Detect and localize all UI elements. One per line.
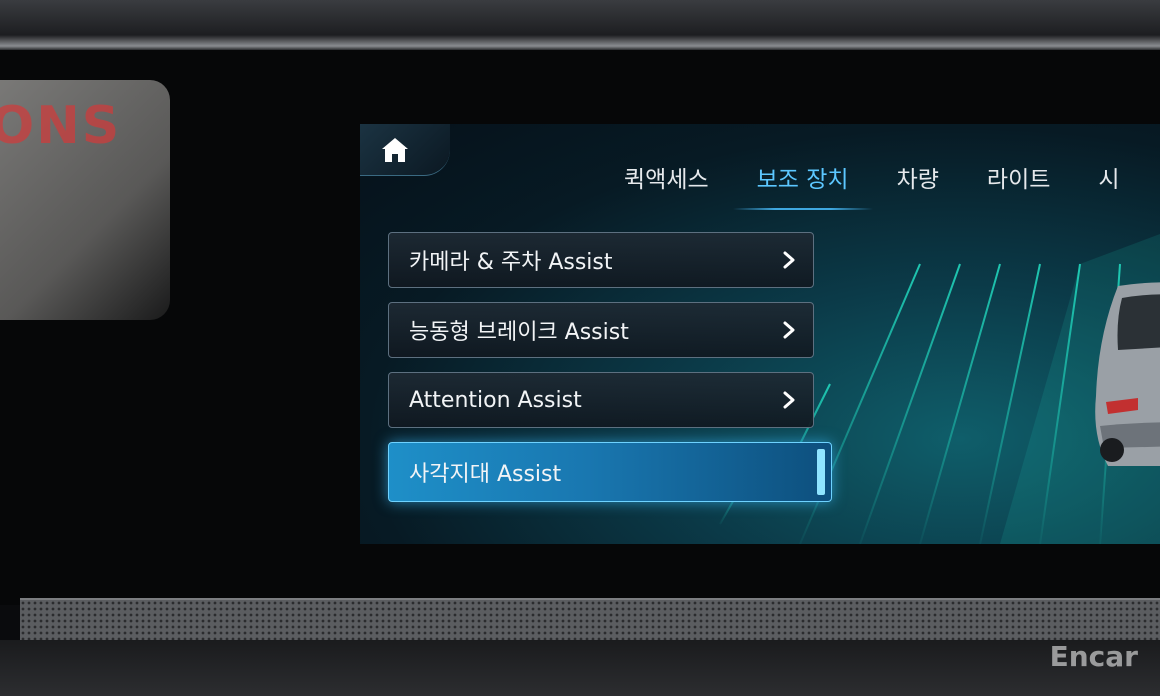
menu-item-label: 능동형 브레이크 Assist <box>409 320 629 345</box>
menu-item-active-brake[interactable]: 능동형 브레이크 Assist <box>388 302 814 358</box>
tab-quick-access[interactable]: 퀵액세스 <box>600 160 733 204</box>
speaker-grille <box>20 598 1160 642</box>
selection-indicator <box>817 449 825 495</box>
menu-item-blind-spot[interactable]: 사각지대 Assist <box>388 442 832 502</box>
menu-item-label: Attention Assist <box>409 387 582 413</box>
car-image <box>1095 282 1160 466</box>
tab-vehicle[interactable]: 차량 <box>873 160 963 204</box>
menu-item-label: 카메라 & 주차 Assist <box>409 250 613 275</box>
chevron-right-icon <box>783 391 795 409</box>
menu-item-label: 사각지대 Assist <box>409 462 562 487</box>
infotainment-screen: 퀵액세스 보조 장치 차량 라이트 시 카메라 & 주차 Assist 능동형 … <box>360 124 1160 544</box>
top-dashboard-trim <box>0 0 1160 50</box>
home-icon <box>382 137 408 162</box>
tab-bar: 퀵액세스 보조 장치 차량 라이트 시 <box>600 160 1144 210</box>
menu-item-attention-assist[interactable]: Attention Assist <box>388 372 814 428</box>
assist-menu: 카메라 & 주차 Assist 능동형 브레이크 Assist Attentio… <box>388 232 833 516</box>
chevron-right-icon <box>783 321 795 339</box>
tab-assist[interactable]: 보조 장치 <box>732 160 873 210</box>
tab-lights[interactable]: 라이트 <box>963 160 1074 204</box>
home-button[interactable] <box>360 124 450 176</box>
tab-system[interactable]: 시 <box>1074 160 1143 204</box>
lower-dashboard <box>0 640 1160 696</box>
chevron-right-icon <box>783 251 795 269</box>
watermark-logo: Encar <box>1049 640 1138 673</box>
menu-item-camera-parking[interactable]: 카메라 & 주차 Assist <box>388 232 814 288</box>
reflection-text: ONS <box>0 96 122 156</box>
